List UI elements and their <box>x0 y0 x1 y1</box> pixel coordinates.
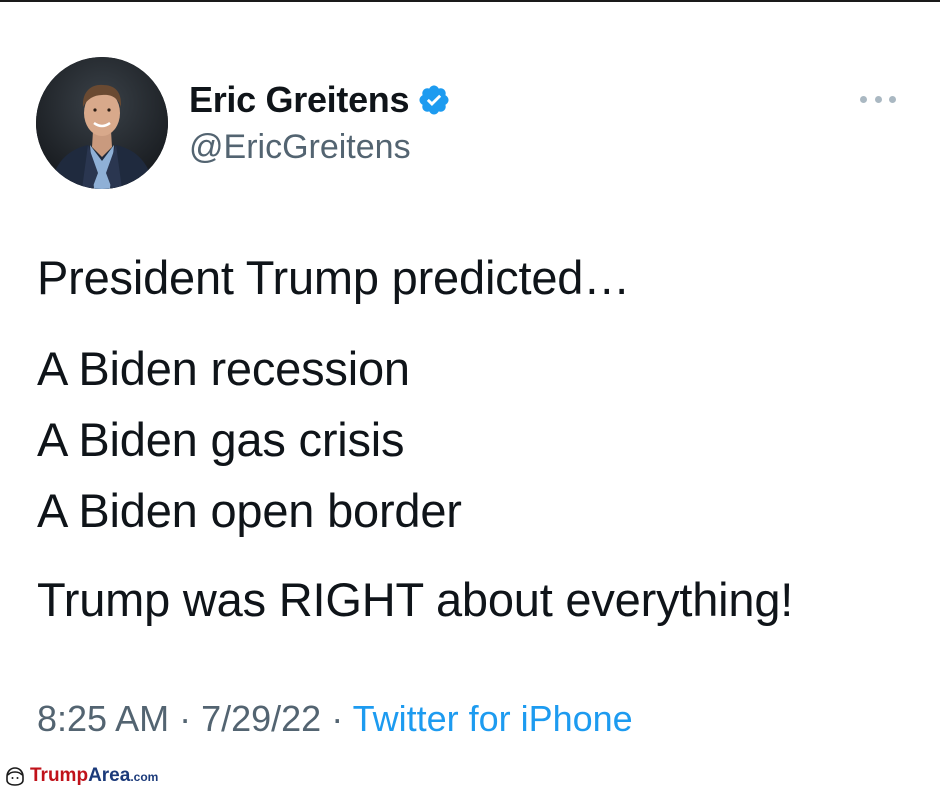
more-dot <box>874 95 882 103</box>
author-handle[interactable]: @EricGreitens <box>189 126 411 168</box>
tweet-meta: 8:25 AM · 7/29/22 · Twitter for iPhone <box>37 697 633 741</box>
author-display-name[interactable]: Eric Greitens <box>189 78 410 122</box>
meta-separator: · <box>169 698 202 739</box>
tweet-text-line: A Biden gas crisis <box>37 413 405 466</box>
trumparea-logo-icon <box>6 767 24 786</box>
watermark-com: .com <box>130 769 159 784</box>
verified-badge-icon <box>419 85 449 115</box>
tweet-text-line: A Biden open border <box>37 484 462 537</box>
author-name-row[interactable]: Eric Greitens <box>189 78 451 122</box>
watermark-area: Area <box>88 764 131 786</box>
tweet-date[interactable]: 7/29/22 <box>201 698 321 739</box>
watermark-trump: Trump <box>30 764 89 786</box>
tweet-source-link[interactable]: Twitter for iPhone <box>353 698 633 739</box>
meta-separator: · <box>321 698 353 739</box>
site-watermark: TrumpArea.com <box>0 762 218 790</box>
tweet-time[interactable]: 8:25 AM <box>37 698 169 739</box>
tweet-text-line: A Biden recession <box>37 342 410 395</box>
profile-photo <box>36 57 168 189</box>
more-dot <box>860 95 867 103</box>
tweet-text-intro: President Trump predicted… <box>37 251 631 304</box>
tweet-text-closing: Trump was RIGHT about everything! <box>37 573 794 626</box>
more-dot <box>889 95 896 103</box>
more-options-icon[interactable] <box>860 90 896 108</box>
tweet-card: Eric Greitens @EricGreitens President Tr… <box>0 0 940 790</box>
avatar[interactable] <box>36 57 168 189</box>
